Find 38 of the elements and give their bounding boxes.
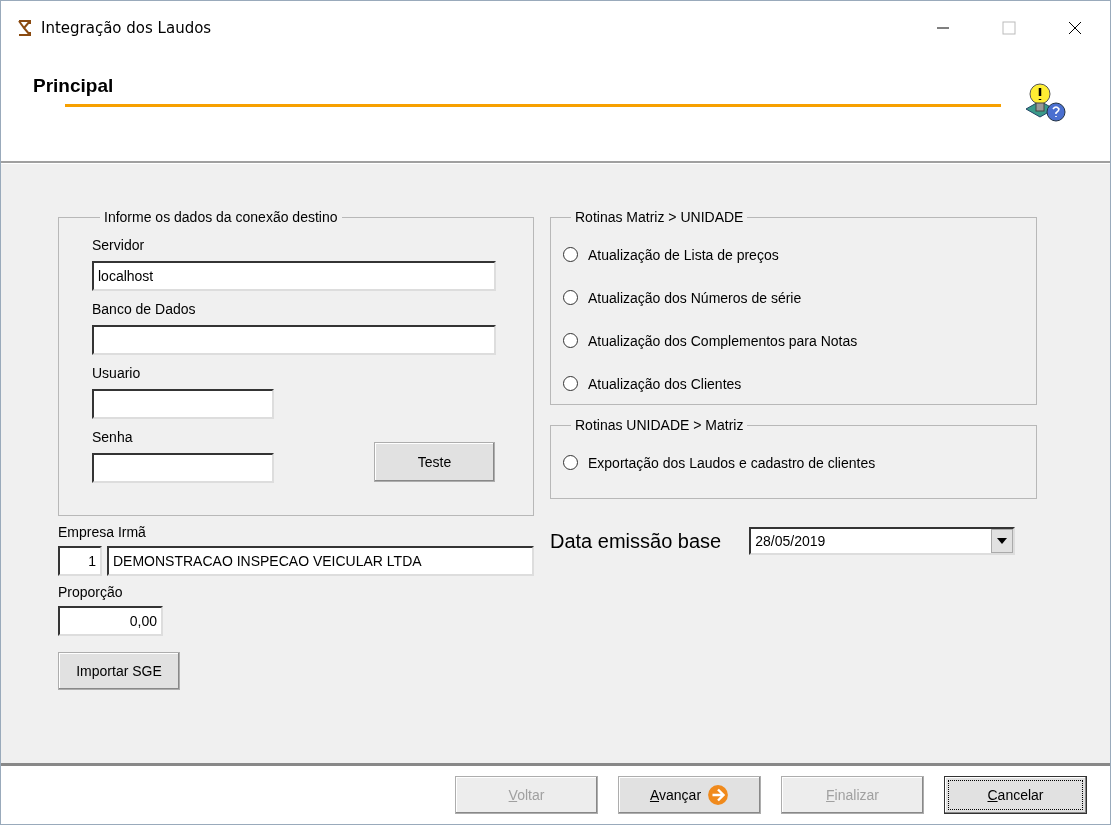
field-label: Banco de Dados <box>92 301 197 317</box>
date-label: Data emissão base <box>550 529 722 553</box>
date-dropdown[interactable]: 28/05/2019 <box>749 527 1016 555</box>
radio-label[interactable]: Atualização dos Clientes <box>588 375 742 392</box>
sigma-icon <box>17 19 33 37</box>
window-title: Integração dos Laudos <box>41 19 212 37</box>
wizard-button[interactable]: Cancelar <box>944 776 1087 814</box>
input-field[interactable] <box>92 453 274 483</box>
company-field[interactable]: DEMONSTRACAO INSPECAO VEICULAR LTDA <box>107 546 534 576</box>
arrow-right-icon <box>707 784 730 806</box>
radio-button[interactable] <box>563 247 578 262</box>
import-button[interactable]: Importar SGE <box>58 652 180 690</box>
radio-button[interactable] <box>563 376 578 391</box>
radio-button[interactable] <box>563 455 578 470</box>
group-title: Rotinas UNIDADE > Matriz <box>574 417 745 433</box>
radio-button[interactable] <box>563 333 578 348</box>
close-icon[interactable] <box>1068 21 1082 35</box>
input-field[interactable] <box>92 389 274 419</box>
input-field[interactable]: localhost <box>92 261 496 291</box>
page-heading: Principal <box>33 75 115 97</box>
input-field[interactable] <box>92 325 496 355</box>
dropdown-caret-icon[interactable] <box>997 538 1008 544</box>
field-label: Empresa Irmã <box>58 524 146 540</box>
field-label: Proporção <box>58 584 123 600</box>
radio-label[interactable]: Atualização dos Complementos para Notas <box>588 332 858 349</box>
wizard-button[interactable]: Avançar <box>618 776 761 814</box>
group-title: Informe os dados da conexão destino <box>103 209 339 225</box>
radio-label[interactable]: Atualização dos Números de série <box>588 289 802 306</box>
radio-button[interactable] <box>563 290 578 305</box>
radio-label[interactable]: Atualização de Lista de preços <box>588 246 779 263</box>
proportion-field[interactable]: 0,00 <box>58 606 163 636</box>
group-title: Rotinas Matriz > UNIDADE <box>574 209 745 225</box>
field-label: Senha <box>92 429 134 445</box>
code-field[interactable]: 1 <box>58 546 102 576</box>
field-label: Usuario <box>92 365 142 381</box>
test-button[interactable]: Teste <box>374 442 495 482</box>
field-label: Servidor <box>92 237 146 253</box>
radio-label[interactable]: Exportação dos Laudos e cadastro de clientes <box>588 454 876 471</box>
